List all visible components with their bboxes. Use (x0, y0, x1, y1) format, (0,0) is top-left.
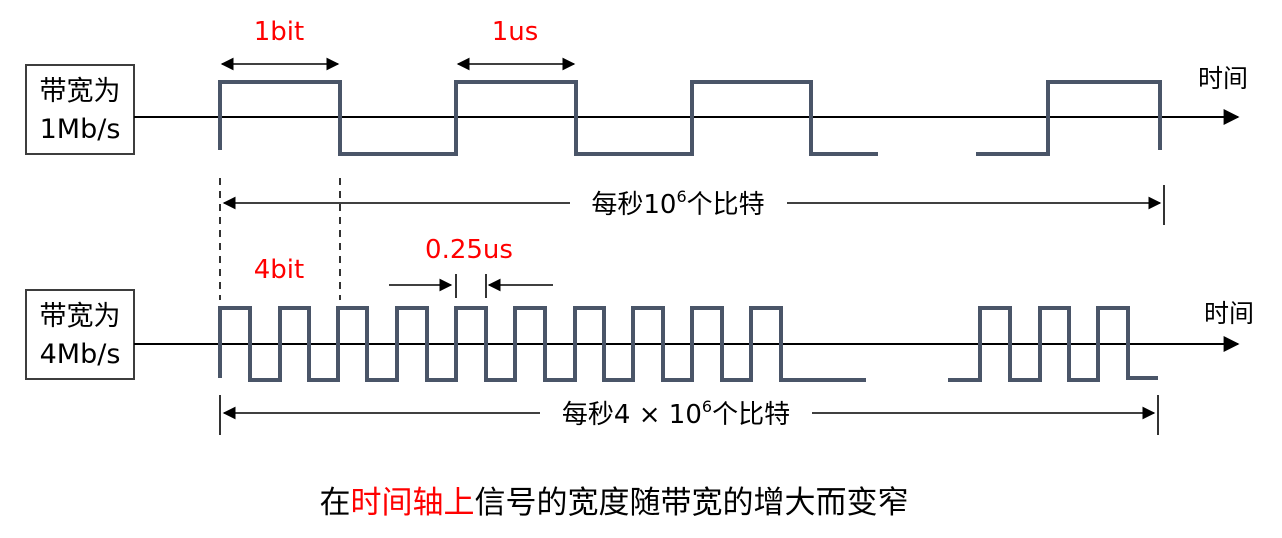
top-bandwidth-box: 带宽为 1Mb/s (25, 64, 135, 155)
caption-highlight: 时间轴上 (351, 485, 475, 521)
top-time-label: 1us (492, 17, 539, 47)
bottom-bandwidth-box: 带宽为 4Mb/s (25, 289, 135, 380)
top-axis-label: 时间 (1198, 64, 1248, 93)
bottom-axis-label: 时间 (1204, 299, 1254, 328)
bottom-span-label: 每秒4 × 106个比特 (562, 397, 790, 430)
bottom-box-line1: 带宽为 (40, 301, 121, 332)
top-bit-label: 1bit (254, 17, 304, 47)
caption-part2: 信号的宽度随带宽的增大而变窄 (475, 485, 909, 521)
top-box-line2: 1Mb/s (40, 114, 121, 145)
bandwidth-diagram: 带宽为 1Mb/s 时间 1bit 1us 每秒106个比特 带宽为 4Mb/s… (25, 17, 1254, 521)
bottom-box-line2: 4Mb/s (40, 339, 121, 370)
bottom-time-label: 0.25us (425, 235, 513, 265)
top-box-line1: 带宽为 (40, 76, 121, 107)
caption: 在时间轴上信号的宽度随带宽的增大而变窄 (320, 485, 909, 521)
top-span-label: 每秒106个比特 (591, 187, 764, 220)
caption-part1: 在 (320, 485, 351, 521)
bottom-bit-label: 4bit (254, 255, 304, 285)
